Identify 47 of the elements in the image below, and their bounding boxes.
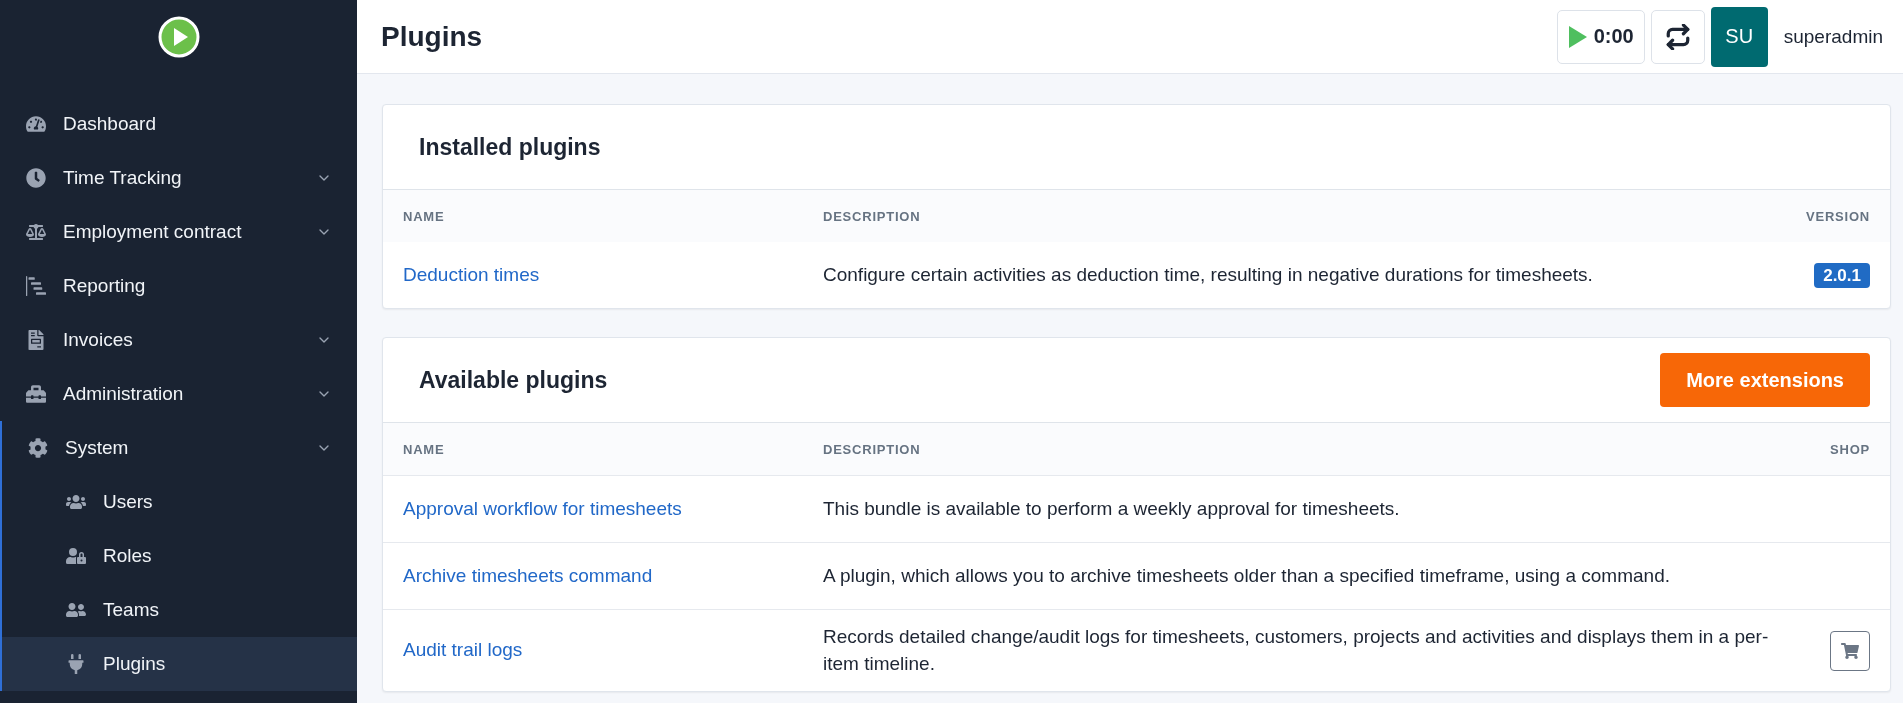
timer-button[interactable]: 0:00 [1556,9,1645,64]
sidebar-item[interactable]: Time Tracking [0,151,357,205]
description-cell: Records detailed change/audit logs for timesheets, customers, projects and activities and displays them in a per-item timeline. [803,609,1790,692]
clock-icon [25,168,47,188]
repeat-icon [1664,23,1691,50]
plugin-link[interactable]: Archive timesheets command [403,564,653,586]
sidebar-item[interactable]: Users [2,475,357,529]
sidebar-item[interactable]: Plugins [2,637,357,691]
sidebar-item[interactable]: Roles [2,529,357,583]
sidebar-item[interactable]: Dashboard [0,97,357,151]
page-title: Plugins [381,20,484,53]
column-header: NAME [383,423,803,476]
sidebar-item[interactable]: System [2,421,357,475]
card-title: Installed plugins [419,133,601,161]
description-cell: This bundle is available to perform a weekly approval for timesheets. [803,475,1790,543]
shop-button[interactable] [1830,630,1870,671]
card-title: Available plugins [419,366,608,394]
users-icon [65,492,87,512]
username[interactable]: superadmin [1783,25,1883,48]
plugin-link[interactable]: Audit trail logs [403,639,523,661]
dashboard-icon [25,114,47,134]
user-lock-icon [65,546,87,566]
sidebar-item[interactable]: Employment contract [0,205,357,259]
description-cell: Configure certain activities as deduction time, resulting in negative durations for timesheets. [803,242,1767,308]
play-icon [1567,24,1588,49]
user-avatar[interactable]: SU [1710,6,1768,67]
plugin-link[interactable]: Approval workflow for timesheets [403,497,682,519]
sidebar-item[interactable]: Reporting [0,259,357,313]
column-header: DESCRIPTION [803,190,1767,242]
settings-icon [27,438,49,458]
column-header: NAME [383,190,803,242]
toolbox-icon [25,384,47,404]
group-icon [65,600,87,620]
column-header: DESCRIPTION [803,423,1790,476]
column-header: VERSION [1766,190,1890,242]
sidebar-item[interactable]: Administration [0,367,357,421]
chart-icon [25,276,47,296]
logo-icon [157,15,200,58]
scales-icon [25,222,47,242]
plugin-link[interactable]: Deduction times [403,263,540,285]
sidebar-item[interactable]: Invoices [0,313,357,367]
column-header: SHOP [1790,423,1890,476]
cart-icon [1841,641,1859,660]
description-cell: A plugin, which allows you to archive timesheets older than a specified timeframe, using a command. [803,542,1790,610]
version-badge: 2.0.1 [1814,262,1870,288]
sync-button[interactable] [1650,9,1705,64]
sidebar-item[interactable]: Teams [2,583,357,637]
